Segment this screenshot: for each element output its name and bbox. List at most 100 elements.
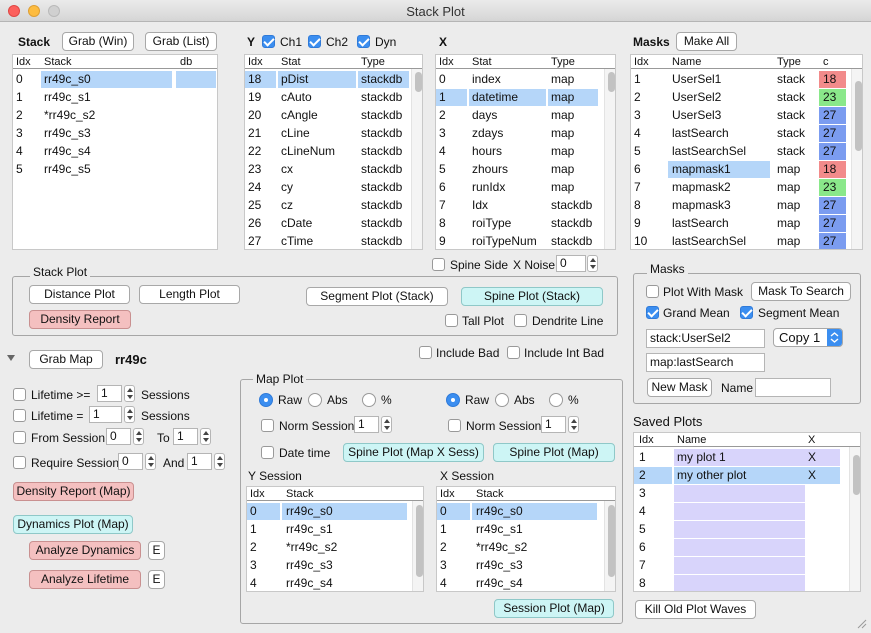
saved-plot-row[interactable]: 3	[634, 484, 860, 502]
mask-name-input[interactable]	[755, 378, 831, 397]
session-row[interactable]: 4 rr49c_s4	[247, 574, 423, 591]
y-norm-session-stepper[interactable]	[381, 416, 392, 433]
grab-list-button[interactable]: Grab (List)	[145, 32, 217, 51]
x-stat-list[interactable]: Idx Stat Type 0 index map 1 datetime map 2 days…	[435, 54, 616, 250]
x-stat-row[interactable]: 3 zdays map	[436, 124, 615, 142]
y-abs-radio[interactable]	[308, 393, 322, 407]
scroll-thumb[interactable]	[853, 455, 860, 495]
mask-row[interactable]: 4 lastSearch stack 27	[631, 124, 862, 142]
analyze-dynamics-button[interactable]: Analyze Dynamics	[29, 541, 141, 560]
session-row[interactable]: 2 *rr49c_s2	[247, 538, 423, 556]
to-session-input[interactable]: 1	[173, 428, 198, 445]
y-stat-row[interactable]: 24 cy stackdb	[245, 178, 422, 196]
x-norm-session-input[interactable]: 1	[541, 416, 566, 433]
saved-plot-row[interactable]: 1 my plot 1 X	[634, 448, 860, 466]
mask-row[interactable]: 6 mapmask1 map 18	[631, 160, 862, 178]
y-raw-radio[interactable]	[259, 393, 273, 407]
session-row[interactable]: 3 rr49c_s3	[247, 556, 423, 574]
disclosure-triangle-icon[interactable]	[7, 355, 15, 361]
stack-row[interactable]: 4 rr49c_s4	[13, 142, 217, 160]
y-stat-row[interactable]: 23 cx stackdb	[245, 160, 422, 178]
x-norm-session-checkbox[interactable]	[448, 419, 461, 432]
to-session-stepper[interactable]	[200, 428, 211, 445]
session-row[interactable]: 4 rr49c_s4	[437, 574, 615, 591]
x-stat-row[interactable]: 1 datetime map	[436, 88, 615, 106]
y-stat-row[interactable]: 19 cAuto stackdb	[245, 88, 422, 106]
mask-row[interactable]: 8 mapmask3 map 27	[631, 196, 862, 214]
x-stat-row[interactable]: 0 index map	[436, 70, 615, 88]
scroll-thumb[interactable]	[855, 81, 862, 151]
session-row[interactable]: 0 rr49c_s0	[437, 502, 615, 520]
require-session-checkbox[interactable]	[13, 456, 26, 469]
plot-with-mask-checkbox[interactable]	[646, 285, 659, 298]
saved-plot-row[interactable]: 6	[634, 538, 860, 556]
mask-row[interactable]: 2 UserSel2 stack 23	[631, 88, 862, 106]
x-stat-row[interactable]: 8 roiType stackdb	[436, 214, 615, 232]
y-stat-row[interactable]: 21 cLine stackdb	[245, 124, 422, 142]
segment-mean-checkbox[interactable]	[740, 306, 753, 319]
include-int-bad-checkbox[interactable]	[507, 346, 520, 359]
stack-row[interactable]: 0 rr49c_s0	[13, 70, 217, 88]
mask-row[interactable]: 10 lastSearchSel map 27	[631, 232, 862, 249]
y-stat-row[interactable]: 18 pDist stackdb	[245, 70, 422, 88]
saved-plots-scrollbar[interactable]	[849, 447, 860, 591]
ch1-checkbox[interactable]	[262, 35, 275, 48]
stack-row[interactable]: 2 *rr49c_s2	[13, 106, 217, 124]
saved-plot-row[interactable]: 4	[634, 502, 860, 520]
stack-row[interactable]: 5 rr49c_s5	[13, 160, 217, 178]
scroll-thumb[interactable]	[608, 505, 615, 577]
mask-row[interactable]: 9 lastSearch map 27	[631, 214, 862, 232]
y-stat-row[interactable]: 26 cDate stackdb	[245, 214, 422, 232]
mask-row[interactable]: 7 mapmask2 map 23	[631, 178, 862, 196]
session-row[interactable]: 3 rr49c_s3	[437, 556, 615, 574]
tall-plot-checkbox[interactable]	[445, 314, 458, 327]
mask-row[interactable]: 1 UserSel1 stack 18	[631, 70, 862, 88]
from-session-input[interactable]: 0	[106, 428, 131, 445]
and-session-input[interactable]: 1	[187, 453, 212, 470]
include-bad-checkbox[interactable]	[419, 346, 432, 359]
x-norm-session-stepper[interactable]	[568, 416, 579, 433]
scroll-thumb[interactable]	[416, 505, 423, 577]
spine-plot-map-xsess-button[interactable]: Spine Plot (Map X Sess)	[343, 443, 484, 462]
saved-plot-row[interactable]: 2 my other plot X	[634, 466, 860, 484]
stack-row[interactable]: 3 rr49c_s3	[13, 124, 217, 142]
spine-side-checkbox[interactable]	[432, 258, 445, 271]
kill-old-plot-waves-button[interactable]: Kill Old Plot Waves	[635, 600, 756, 619]
density-report-map-button[interactable]: Density Report (Map)	[13, 482, 134, 501]
saved-plots-list[interactable]: Idx Name X 1 my plot 1 X 2 my other plot X 3 4 5…	[633, 432, 861, 592]
analyze-dynamics-edit-button[interactable]: E	[148, 541, 165, 560]
masks-list-scrollbar[interactable]	[851, 69, 862, 249]
analyze-lifetime-button[interactable]: Analyze Lifetime	[29, 570, 141, 589]
scroll-thumb[interactable]	[415, 72, 422, 92]
require-session-stepper[interactable]	[145, 453, 156, 470]
x-session-list[interactable]: Idx Stack 0 rr49c_s0 1 rr49c_s1 2 *rr49c_s2 3 r…	[436, 486, 616, 592]
segment-plot-stack-button[interactable]: Segment Plot (Stack)	[306, 287, 448, 306]
scroll-thumb[interactable]	[608, 72, 615, 92]
y-stat-row[interactable]: 27 cTime stackdb	[245, 232, 422, 249]
lifetime-ge-checkbox[interactable]	[13, 388, 26, 401]
lifetime-eq-checkbox[interactable]	[13, 409, 26, 422]
y-stat-row[interactable]: 20 cAngle stackdb	[245, 106, 422, 124]
copy-popup[interactable]: Copy 1	[773, 328, 843, 347]
x-abs-radio[interactable]	[495, 393, 509, 407]
y-list-scrollbar[interactable]	[411, 69, 422, 249]
grand-mean-checkbox[interactable]	[646, 306, 659, 319]
density-report-button[interactable]: Density Report	[29, 310, 131, 329]
from-session-stepper[interactable]	[133, 428, 144, 445]
x-session-scrollbar[interactable]	[604, 501, 615, 591]
x-noise-input[interactable]: 0	[556, 255, 586, 272]
dyn-checkbox[interactable]	[357, 35, 370, 48]
y-pct-radio[interactable]	[362, 393, 376, 407]
y-stat-list[interactable]: Idx Stat Type 18 pDist stackdb 19 cAuto stack…	[244, 54, 423, 250]
new-mask-button[interactable]: New Mask	[647, 378, 712, 397]
require-session-input[interactable]: 0	[118, 453, 143, 470]
grab-map-button[interactable]: Grab Map	[29, 350, 103, 369]
saved-plot-row[interactable]: 5	[634, 520, 860, 538]
lifetime-ge-input[interactable]: 1	[97, 385, 122, 402]
y-norm-session-checkbox[interactable]	[261, 419, 274, 432]
spine-plot-stack-button[interactable]: Spine Plot (Stack)	[461, 287, 603, 306]
grab-win-button[interactable]: Grab (Win)	[62, 32, 134, 51]
stack-row[interactable]: 1 rr49c_s1	[13, 88, 217, 106]
session-plot-map-button[interactable]: Session Plot (Map)	[494, 599, 614, 618]
y-stat-row[interactable]: 22 cLineNum stackdb	[245, 142, 422, 160]
